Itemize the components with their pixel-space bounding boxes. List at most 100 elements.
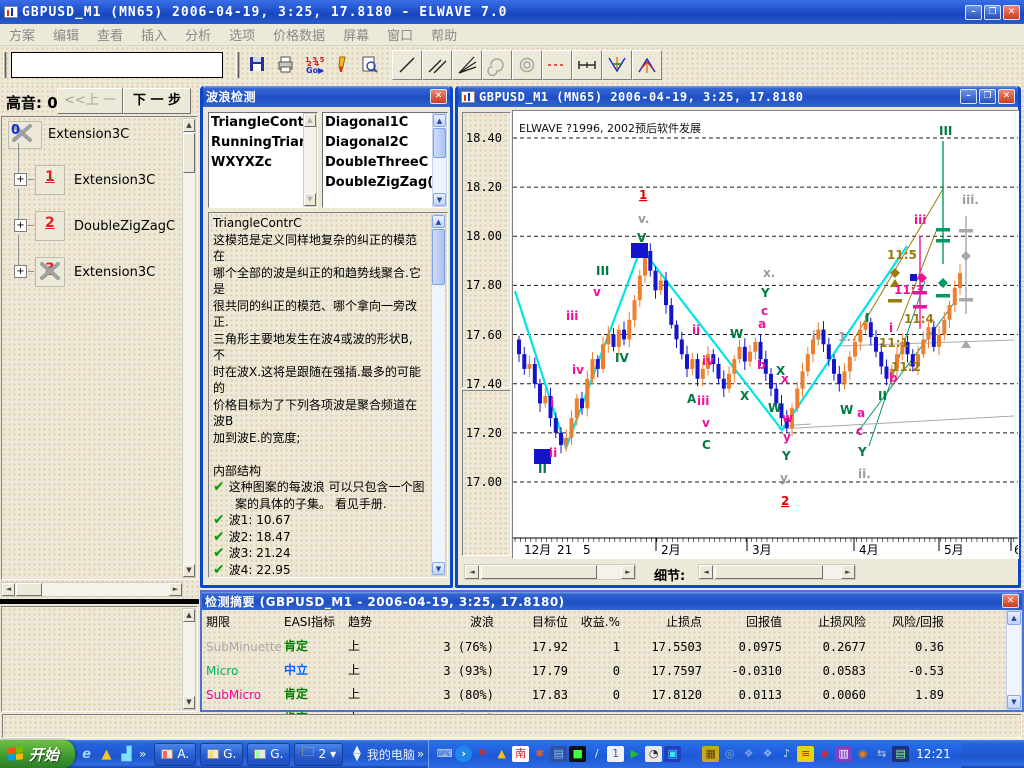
pattern-option-1[interactable]: RunningTriang	[209, 133, 317, 153]
tray-icon-17[interactable]: ❖	[759, 746, 776, 762]
tray-icon-19[interactable]: ≡	[797, 746, 814, 762]
summary-close[interactable]: ✕	[1002, 594, 1019, 608]
tray-icon-14[interactable]: ▦	[702, 746, 719, 762]
chart-app-icon[interactable]: ▟	[118, 746, 135, 763]
summary-col-6[interactable]: 止损点	[620, 613, 702, 630]
taskbar-button-0[interactable]: A.	[154, 743, 196, 766]
band-resize-chevrons[interactable]: ▲▼	[353, 746, 361, 762]
tray-icon-15[interactable]: ◎	[721, 746, 738, 762]
menu-item-2[interactable]: 查看	[88, 25, 132, 44]
pattern-list-right-scrollbar[interactable]: ▲ ▼	[432, 113, 447, 207]
menu-item-5[interactable]: 选项	[220, 25, 264, 44]
price-chart[interactable]: ELWAVE ?1996, 2002预后软件发展iiiIIiiiivvIIIIV…	[512, 110, 1019, 559]
tray-icon-13[interactable]: ▽	[683, 746, 700, 762]
pattern-list-left[interactable]: TriangleContrCRunningTriangWXYXZc	[208, 112, 318, 208]
taskbar-button-1[interactable]: G.	[200, 743, 243, 766]
pattern-option-2[interactable]: WXYXZc	[209, 153, 317, 173]
chart-close-button[interactable]: ✕	[998, 89, 1015, 104]
tray-icon-18[interactable]: ♪	[778, 746, 795, 762]
spiral2-icon[interactable]	[512, 50, 542, 80]
menu-item-1[interactable]: 编辑	[44, 25, 88, 44]
fan-lines-icon[interactable]	[452, 50, 482, 80]
maximize-button[interactable]: ❐	[984, 5, 1001, 20]
tray-icon-3[interactable]: ▲	[493, 746, 510, 762]
tray-icon-2[interactable]: ⚑	[474, 746, 491, 762]
pattern-option-0[interactable]: TriangleContrC	[209, 113, 317, 133]
tray-icon-20[interactable]: ◆	[816, 746, 833, 762]
go-123-icon[interactable]: 1 3 52 4Go▶	[301, 52, 327, 78]
close-button[interactable]: ✕	[1003, 5, 1020, 20]
summary-row-submicro[interactable]: SubMicro肯定上3 (80%)17.83017.81200.01130.0…	[206, 685, 1006, 705]
tray-icon-11[interactable]: ◔	[645, 746, 662, 762]
tree-vscrollbar[interactable]: ▲ ▼	[182, 118, 196, 578]
description-scrollbar[interactable]: ▲ ▼	[431, 214, 446, 576]
summary-scrollbar[interactable]: ▲ ▼	[1006, 610, 1022, 710]
summary-col-0[interactable]: 期限	[206, 613, 284, 630]
start-button[interactable]: 开始	[0, 740, 75, 768]
tray-icon-22[interactable]: ◉	[854, 746, 871, 762]
menu-item-3[interactable]: 插入	[132, 25, 176, 44]
summary-col-4[interactable]: 目标位	[494, 613, 568, 630]
detail-hscrollbar[interactable]: ◄ ►	[698, 564, 856, 580]
trendline-icon[interactable]	[392, 50, 422, 80]
measure-icon[interactable]	[572, 50, 602, 80]
tray-icon-4[interactable]: 南	[512, 746, 529, 762]
minimize-button[interactable]: –	[965, 5, 982, 20]
tray-icon-10[interactable]: ▶	[626, 746, 643, 762]
dropdown-arrow-icon[interactable]: ▾	[330, 747, 336, 761]
tray-icon-9[interactable]: 1	[607, 746, 624, 762]
ie-icon[interactable]: e	[78, 746, 95, 763]
chart-hscrollbar[interactable]: ◄ ►	[464, 564, 636, 580]
menu-item-8[interactable]: 窗口	[378, 25, 422, 44]
parallel-lines-icon[interactable]	[422, 50, 452, 80]
save-icon[interactable]	[245, 52, 271, 78]
summary-col-9[interactable]: 风险/回报	[866, 613, 944, 630]
tray-icon-16[interactable]: ❖	[740, 746, 757, 762]
my-computer-band[interactable]: 我的电脑	[367, 746, 415, 763]
quicklaunch-overflow-chevron[interactable]: »	[139, 750, 146, 758]
symbol-input[interactable]	[11, 52, 223, 78]
menu-item-9[interactable]: 帮助	[422, 25, 466, 44]
chart-minimize-button[interactable]: –	[960, 89, 977, 104]
chart-maximize-button[interactable]: ❐	[979, 89, 996, 104]
print-preview-icon[interactable]	[357, 52, 383, 78]
summary-col-7[interactable]: 回报值	[702, 613, 782, 630]
summary-col-1[interactable]: EASI指标	[284, 613, 348, 630]
tray-icon-23[interactable]: ⇆	[873, 746, 890, 762]
toolbar-grip[interactable]	[3, 52, 7, 78]
tree-item-extension3c[interactable]: +1Extension3C	[2, 161, 182, 207]
menu-item-7[interactable]: 屏幕	[334, 25, 378, 44]
summary-row-micro[interactable]: Micro中立上3 (93%)17.79017.7597-0.03100.058…	[206, 661, 1006, 681]
summary-col-5[interactable]: 收益.%	[568, 613, 620, 630]
spiral-icon[interactable]	[482, 50, 512, 80]
print-icon[interactable]	[273, 52, 299, 78]
taskbar-button-3[interactable]: 🗀2▾	[294, 743, 343, 766]
pattern-option-r-0[interactable]: Diagonal1C	[323, 113, 447, 133]
toolbar-grip2[interactable]	[236, 52, 240, 78]
menu-item-4[interactable]: 分析	[176, 25, 220, 44]
tree-item-doublezigzagc[interactable]: +2DoubleZigZagC	[2, 207, 182, 253]
tray-icon-7[interactable]: ■	[569, 746, 586, 762]
tree-hscrollbar[interactable]: ◄ ►	[1, 582, 183, 597]
pattern-list-right[interactable]: Diagonal1CDiagonal2CDoubleThreeCDoubleZi…	[322, 112, 448, 208]
pitchfork-up-icon[interactable]	[632, 50, 662, 80]
tray-icon-12[interactable]: ▣	[664, 746, 681, 762]
summary-row-subminuette[interactable]: SubMinuette肯定上3 (76%)17.92117.55030.0975…	[206, 637, 1006, 657]
summary-col-3[interactable]: 波浪	[418, 613, 494, 630]
tray-icon-5[interactable]: ✱	[531, 746, 548, 762]
tray-icon-0[interactable]: ⌨	[436, 746, 453, 762]
splitter[interactable]	[0, 599, 199, 604]
warning-triangle-icon[interactable]: ▲	[98, 746, 115, 763]
pattern-option-r-2[interactable]: DoubleThreeC	[323, 153, 447, 173]
tree-item-extension3c[interactable]: +3Extension3C	[2, 253, 182, 299]
highlighter-icon[interactable]	[329, 52, 355, 78]
prev-step-button[interactable]: <<上 一	[57, 88, 123, 114]
pattern-list-left-scrollbar[interactable]: ▲ ▼	[303, 113, 317, 207]
tray-icon-21[interactable]: ▥	[835, 746, 852, 762]
pitchfork-down-icon[interactable]	[602, 50, 632, 80]
tray-icon-24[interactable]: ▤	[892, 746, 909, 762]
tray-icon-1[interactable]: ›	[455, 746, 472, 762]
menu-item-6[interactable]: 价格数据	[264, 25, 334, 44]
summary-col-8[interactable]: 止损风险	[782, 613, 866, 630]
tree-item-extension3c[interactable]: 0Extension3C	[2, 121, 182, 161]
